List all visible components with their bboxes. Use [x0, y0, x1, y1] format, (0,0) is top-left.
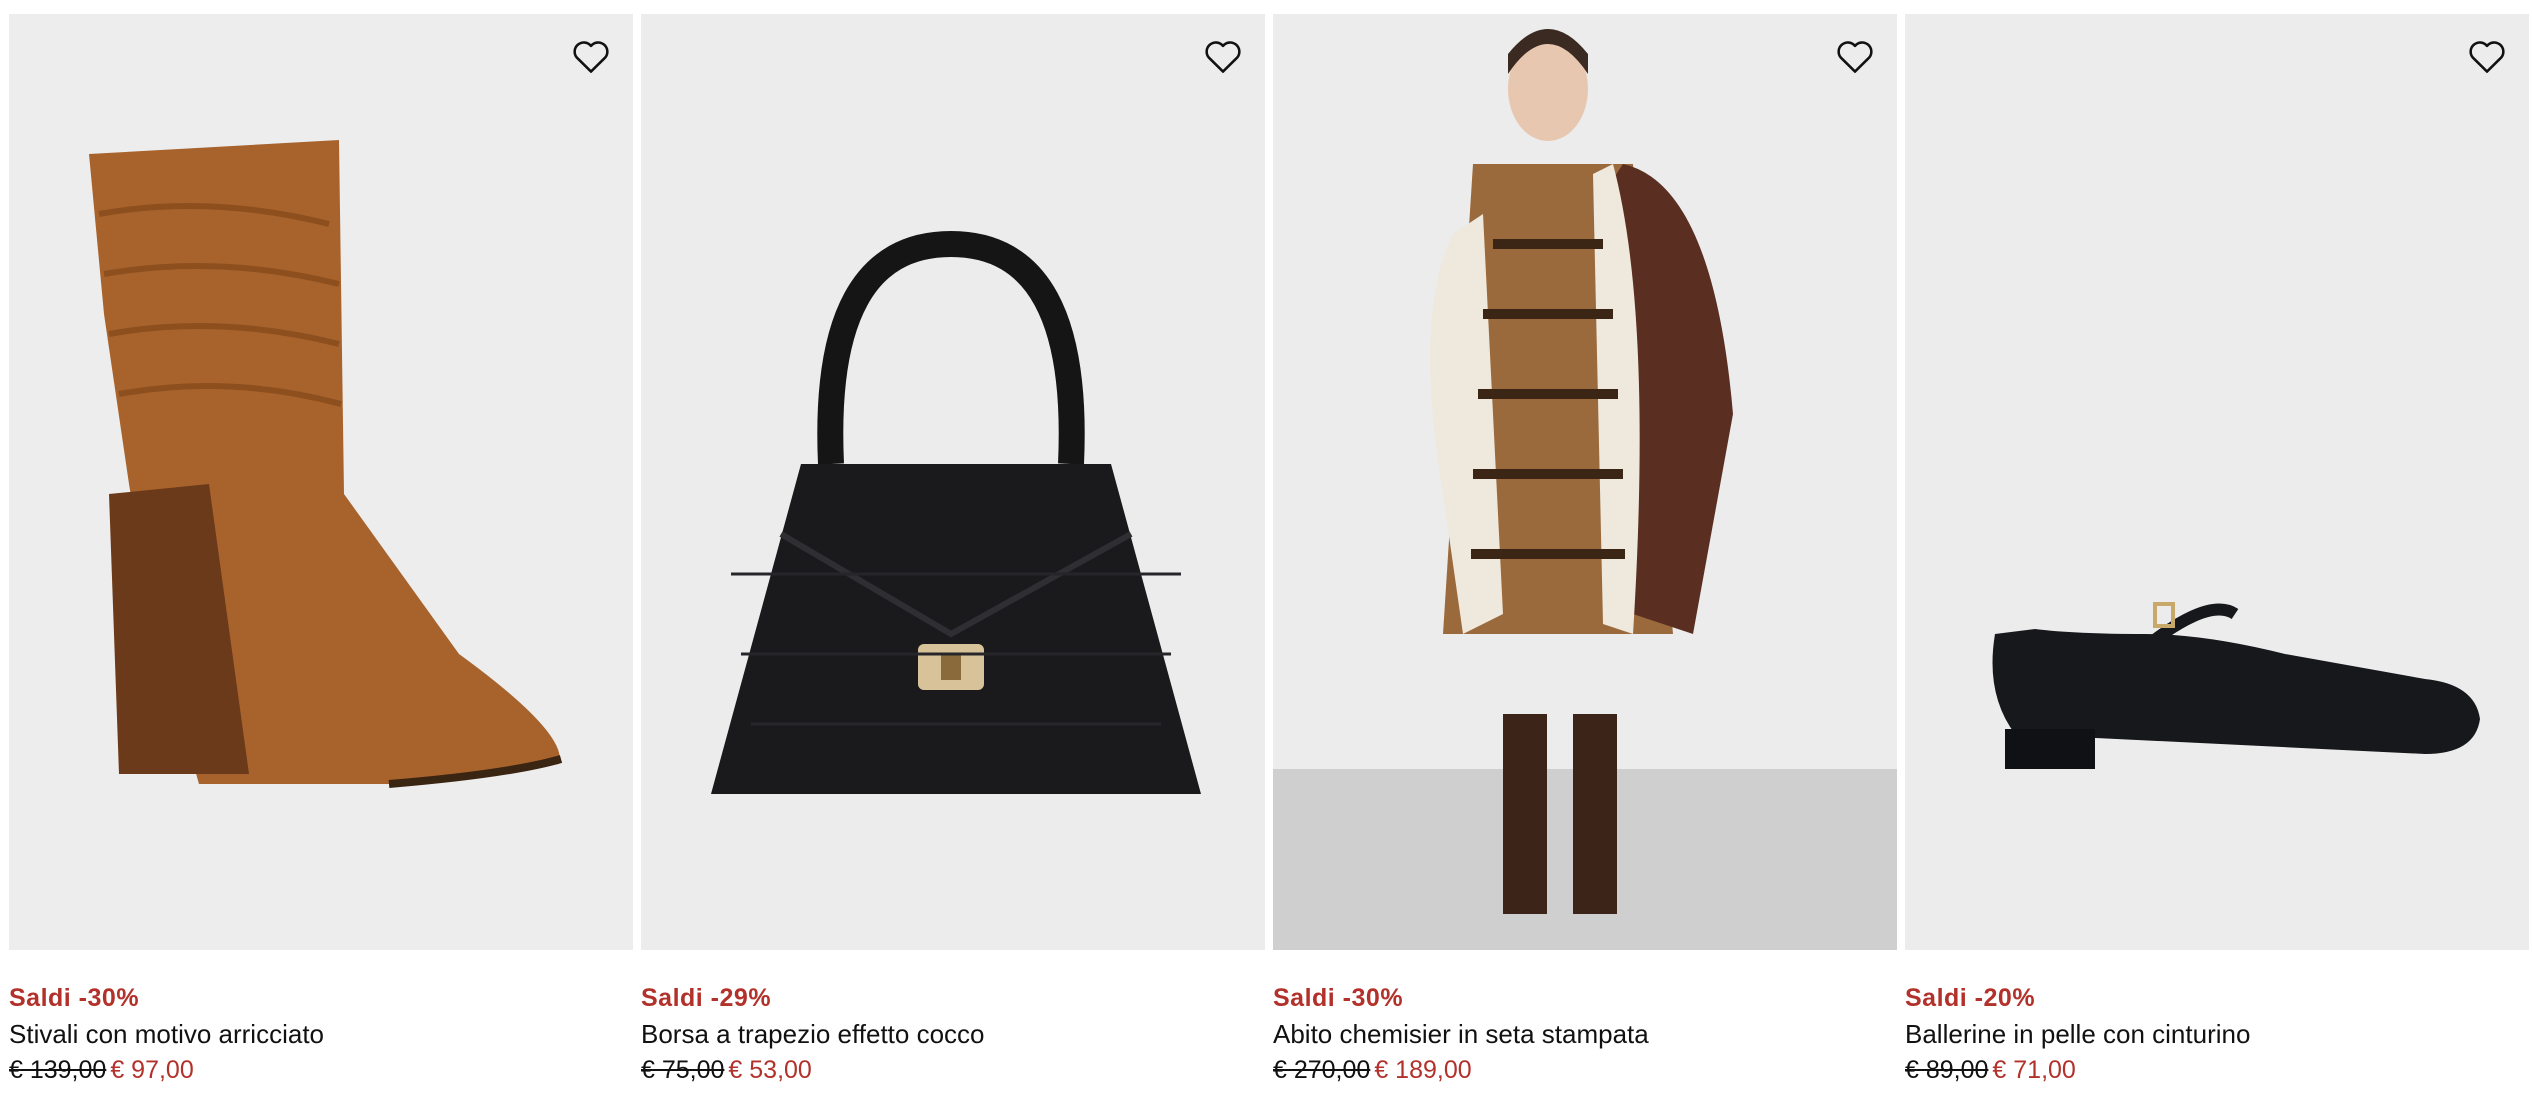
sale-badge: Saldi -30%	[9, 984, 140, 1012]
product-image[interactable]	[641, 14, 1265, 950]
sale-price: € 71,00	[1992, 1056, 2076, 1084]
old-price: € 139,00	[9, 1056, 107, 1084]
old-price: € 89,00	[1905, 1056, 1989, 1084]
bag-image	[641, 14, 1265, 950]
product-title[interactable]: Borsa a trapezio effetto cocco	[641, 1016, 1265, 1052]
price: € 89,00 € 71,00	[1905, 1052, 2529, 1088]
shoe-image	[1905, 14, 2529, 950]
boot-image	[9, 14, 633, 950]
sale-badge: Saldi -29%	[641, 984, 772, 1012]
sale-price: € 189,00	[1374, 1056, 1472, 1084]
product-grid: Saldi -30% Stivali con motivo arricciato…	[0, 0, 2532, 1096]
model-image	[1273, 14, 1897, 950]
product-card[interactable]: Saldi -30% Stivali con motivo arricciato…	[9, 14, 633, 1088]
product-card[interactable]: Saldi -30% Abito chemisier in seta stamp…	[1273, 14, 1897, 1088]
sale-price: € 97,00	[110, 1056, 194, 1084]
sale-badge: Saldi -20%	[1905, 984, 2036, 1012]
product-image[interactable]	[1273, 14, 1897, 950]
product-info: Saldi -30% Stivali con motivo arricciato…	[9, 950, 633, 1088]
product-title[interactable]: Ballerine in pelle con cinturino	[1905, 1016, 2529, 1052]
product-info: Saldi -20% Ballerine in pelle con cintur…	[1905, 950, 2529, 1088]
heart-outline-icon[interactable]	[2465, 34, 2509, 78]
price: € 75,00 € 53,00	[641, 1052, 1265, 1088]
sale-price: € 53,00	[728, 1056, 812, 1084]
heart-outline-icon[interactable]	[569, 34, 613, 78]
product-card[interactable]: Saldi -29% Borsa a trapezio effetto cocc…	[641, 14, 1265, 1088]
old-price: € 270,00	[1273, 1056, 1371, 1084]
product-title[interactable]: Stivali con motivo arricciato	[9, 1016, 633, 1052]
price: € 270,00 € 189,00	[1273, 1052, 1897, 1088]
product-info: Saldi -29% Borsa a trapezio effetto cocc…	[641, 950, 1265, 1088]
old-price: € 75,00	[641, 1056, 725, 1084]
product-card[interactable]: Saldi -20% Ballerine in pelle con cintur…	[1905, 14, 2529, 1088]
product-title[interactable]: Abito chemisier in seta stampata	[1273, 1016, 1897, 1052]
price: € 139,00 € 97,00	[9, 1052, 633, 1088]
sale-badge: Saldi -30%	[1273, 984, 1404, 1012]
product-image[interactable]	[9, 14, 633, 950]
heart-outline-icon[interactable]	[1833, 34, 1877, 78]
heart-outline-icon[interactable]	[1201, 34, 1245, 78]
product-info: Saldi -30% Abito chemisier in seta stamp…	[1273, 950, 1897, 1088]
product-image[interactable]	[1905, 14, 2529, 950]
